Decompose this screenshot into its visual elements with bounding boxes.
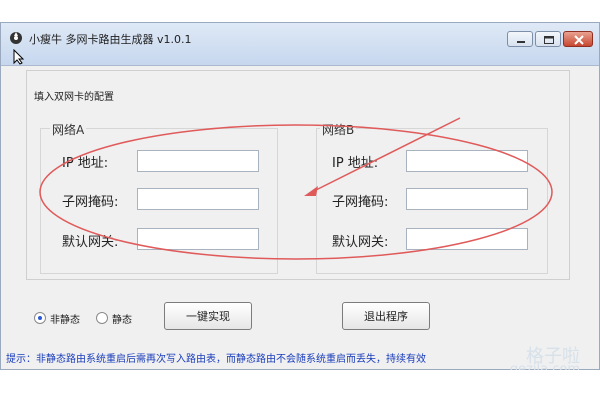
network-b-mask-input[interactable] xyxy=(407,190,527,211)
bottom-empty-area xyxy=(0,370,600,400)
window-title: 小瘦牛 多网卡路由生成器 v1.0.1 xyxy=(29,33,192,46)
titlebar[interactable]: 小瘦牛 多网卡路由生成器 v1.0.1 xyxy=(1,23,599,66)
network-a-mask-label: 子网掩码: xyxy=(62,195,119,210)
radio-selected-dot xyxy=(38,316,42,320)
minimize-icon xyxy=(517,41,525,43)
network-a-ip-field[interactable] xyxy=(137,150,259,173)
minimize-button[interactable] xyxy=(507,31,533,47)
network-a-gateway-field[interactable] xyxy=(137,228,259,251)
network-b-ip-input[interactable] xyxy=(407,152,527,173)
network-a-mask-field[interactable] xyxy=(137,188,259,211)
network-a-gateway-label: 默认网关: xyxy=(62,235,119,250)
network-b-title: 网络B xyxy=(320,121,357,138)
network-b-gateway-label: 默认网关: xyxy=(332,235,389,250)
one-click-button[interactable]: 一键实现 xyxy=(164,302,252,330)
network-b-gateway-input[interactable] xyxy=(407,230,527,251)
exit-button[interactable]: 退出程序 xyxy=(342,302,430,330)
network-b-gateway-field[interactable] xyxy=(406,228,528,251)
config-groupbox-title: 填入双网卡的配置 xyxy=(32,88,116,103)
mouse-cursor-icon xyxy=(13,49,25,65)
network-a-mask-input[interactable] xyxy=(138,190,258,211)
network-b-mask-label: 子网掩码: xyxy=(332,195,389,210)
radio-static-label[interactable]: 静态 xyxy=(112,311,132,326)
network-b-ip-label: IP 地址: xyxy=(332,156,379,171)
radio-dynamic-label[interactable]: 非静态 xyxy=(50,311,80,326)
hint-text: 提示：非静态路由系统重启后需再次写入路由表，而静态路由不会随系统重启而丢失，持续… xyxy=(6,354,426,365)
network-a-gateway-input[interactable] xyxy=(138,230,258,251)
app-logo-icon xyxy=(10,32,22,44)
close-icon xyxy=(574,35,584,45)
maximize-button[interactable] xyxy=(535,31,561,47)
maximize-icon xyxy=(544,36,554,44)
close-button[interactable] xyxy=(563,31,593,47)
network-b-mask-field[interactable] xyxy=(406,188,528,211)
network-a-ip-label: IP 地址: xyxy=(62,156,109,171)
radio-dynamic[interactable] xyxy=(34,312,46,324)
network-a-title: 网络A xyxy=(50,121,87,138)
network-b-ip-field[interactable] xyxy=(406,150,528,173)
radio-static[interactable] xyxy=(96,312,108,324)
network-a-ip-input[interactable] xyxy=(138,152,258,173)
